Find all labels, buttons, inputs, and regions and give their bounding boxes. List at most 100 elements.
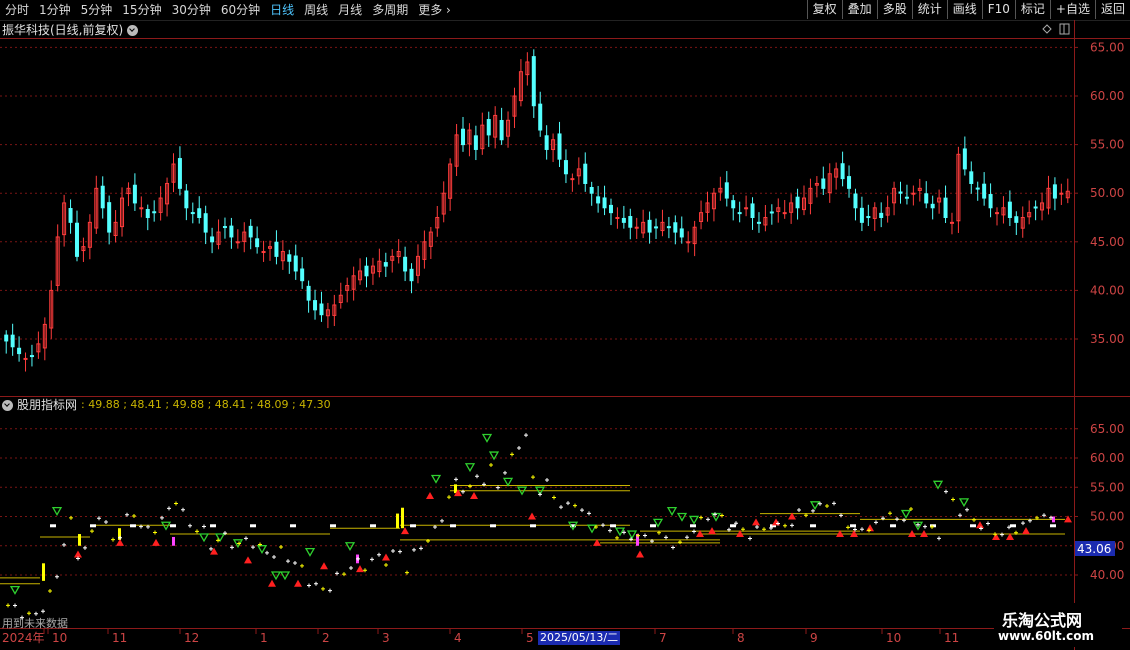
candle-body <box>756 221 761 224</box>
y-tick-label: 65.00 <box>1090 40 1124 54</box>
indicator-title-bar: 股朋指标网 : 49.88 ; 48.41 ; 49.88 ; 48.41 ; … <box>2 397 331 413</box>
level-dash <box>690 524 696 528</box>
candle-body <box>1007 201 1012 219</box>
x-axis-label: 10 <box>886 631 901 645</box>
trade-mark <box>272 555 276 560</box>
trade-mark <box>811 508 815 513</box>
trade-mark <box>370 557 374 562</box>
trade-mark <box>202 524 206 529</box>
candle-body <box>306 285 311 301</box>
candle-body <box>409 268 414 282</box>
trade-mark <box>608 528 612 533</box>
future-data-note: 用到未来数据 <box>2 617 68 630</box>
candle-body <box>647 219 652 233</box>
stock-chart[interactable]: 65.00 60.00 55.00 50.00 45.00 40.00 35.00 65.00… <box>0 0 1130 650</box>
trade-mark <box>503 470 507 475</box>
level-dash <box>50 524 56 528</box>
trade-mark <box>923 524 927 529</box>
candle-body <box>531 56 536 107</box>
trade-mark <box>937 536 941 541</box>
candle-body <box>634 226 639 229</box>
level-dash <box>530 524 536 528</box>
candle-body <box>74 222 79 257</box>
x-axis-label: 5 <box>526 631 534 645</box>
trade-mark <box>545 478 549 483</box>
candle-body <box>557 133 562 160</box>
sell-signal-icon <box>198 533 210 543</box>
trade-mark <box>664 535 668 540</box>
sell-signal-icon <box>256 545 268 554</box>
trade-mark <box>951 497 955 502</box>
trade-mark <box>328 588 332 593</box>
trade-mark <box>48 589 52 594</box>
candle-body <box>563 160 568 175</box>
candle-body <box>100 185 105 209</box>
level-dash <box>170 524 176 528</box>
candle-body <box>608 204 613 214</box>
candle-body <box>673 222 678 233</box>
candle-body <box>313 300 318 311</box>
chevron-down-icon[interactable] <box>127 24 139 36</box>
trade-mark <box>279 544 283 549</box>
level-dash <box>410 524 416 528</box>
trade-mark <box>104 519 108 524</box>
x-axis-label: 8 <box>737 631 745 645</box>
sell-signal-icon <box>586 524 598 534</box>
trade-mark <box>447 495 451 500</box>
trade-mark <box>972 517 976 522</box>
diamond-icon <box>1042 24 1052 34</box>
candle-body <box>853 193 858 209</box>
sell-signal-icon <box>958 498 970 508</box>
signal-bar <box>401 507 404 529</box>
chevron-down-icon[interactable] <box>2 399 13 411</box>
buy-signal-icon <box>74 550 82 558</box>
candle-body <box>969 171 974 184</box>
level-dash <box>810 524 816 528</box>
trade-mark <box>552 495 556 500</box>
y-tick-label: 50.00 <box>1090 186 1124 200</box>
y-tick-label: 45.00 <box>1090 235 1124 249</box>
trade-mark <box>384 563 388 568</box>
level-dash <box>610 524 616 528</box>
candle-body <box>949 221 954 224</box>
trade-mark <box>62 542 66 547</box>
candle-body <box>1014 216 1019 223</box>
candle-body <box>499 119 504 141</box>
candle-body <box>184 190 189 209</box>
x-axis-label: 7 <box>659 631 667 645</box>
candle-body <box>866 216 871 219</box>
buy-signal-icon <box>152 538 160 546</box>
candle-body <box>570 178 575 181</box>
trade-mark <box>454 477 458 482</box>
candle-body <box>737 212 742 215</box>
trade-mark <box>888 511 892 516</box>
candle-body <box>461 128 466 146</box>
buy-signal-icon <box>356 565 364 573</box>
trade-mark <box>748 536 752 541</box>
candle-body <box>197 208 202 218</box>
trade-mark <box>181 507 185 512</box>
candle-body <box>152 211 157 214</box>
candle-body <box>222 226 227 229</box>
signal-bar <box>78 534 81 546</box>
candle-body <box>782 212 787 215</box>
y-tick-label: 60.00 <box>1090 451 1124 465</box>
candle-body <box>486 119 491 136</box>
trade-mark <box>832 501 836 506</box>
trade-mark <box>587 511 591 516</box>
x-axis-label: 11 <box>112 631 127 645</box>
level-dash <box>650 524 656 528</box>
y-tick-label: 50.00 <box>1090 510 1124 524</box>
candle-body <box>904 196 909 199</box>
y-tick-label: 55.00 <box>1090 480 1124 494</box>
candle-body <box>995 212 1000 215</box>
sell-signal-icon <box>809 501 821 511</box>
site-watermark: 乐淘公式网 www.60lt.com <box>994 603 1122 647</box>
y-tick-label: 40.00 <box>1090 283 1124 297</box>
candle-body <box>628 216 633 228</box>
candle-body <box>300 268 305 282</box>
trade-mark <box>615 535 619 540</box>
indicator-name: 股朋指标网 <box>17 398 78 412</box>
candle-body <box>261 251 266 254</box>
candle-body <box>859 207 864 223</box>
